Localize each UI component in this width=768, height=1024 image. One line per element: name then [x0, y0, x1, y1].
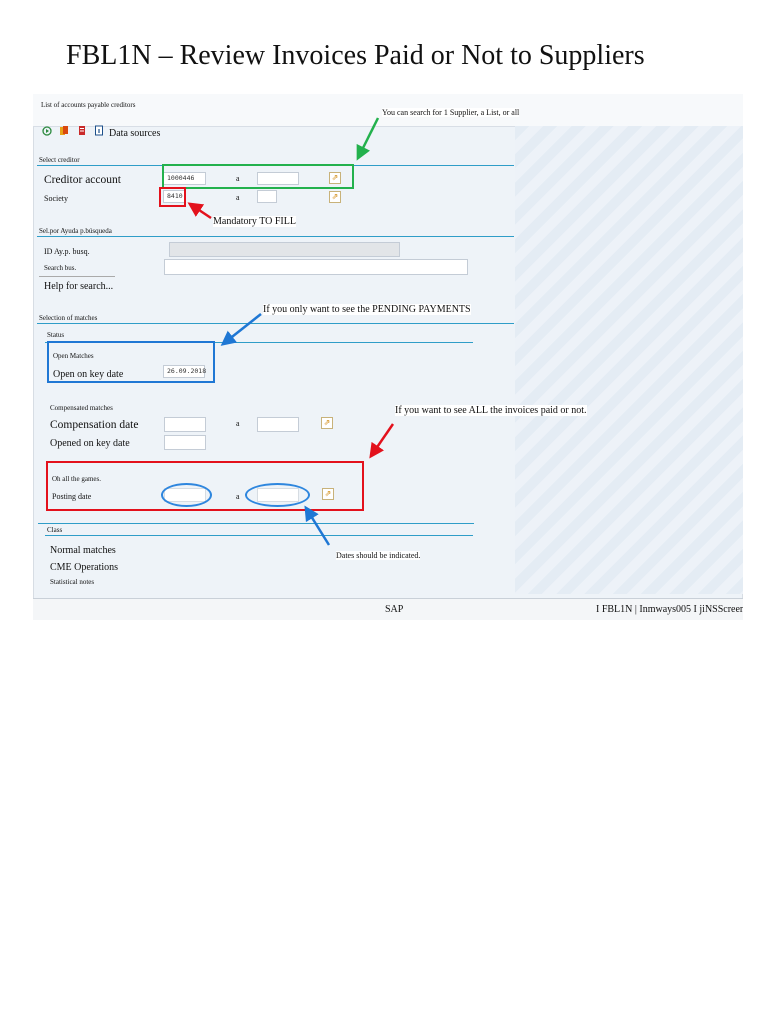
- green-arrow: [356, 117, 380, 161]
- mandatory-arrow: [187, 202, 212, 220]
- pending-arrow: [220, 313, 262, 346]
- sap-screenshot: List of accounts payable creditors Data …: [33, 94, 743, 620]
- all-invoices-arrow: [369, 423, 395, 459]
- annotation-arrows: [187, 117, 395, 546]
- slide-title: FBL1N – Review Invoices Paid or Not to S…: [66, 40, 645, 71]
- dates-arrow: [304, 505, 331, 546]
